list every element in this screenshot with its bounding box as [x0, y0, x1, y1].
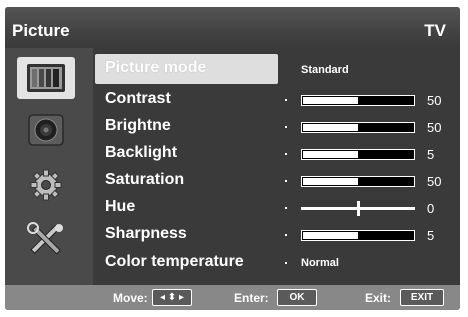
- sidebar-item-settings[interactable]: [17, 164, 75, 206]
- key-hint-bar: Move: ◂ ⬍ ▸ Enter: OK Exit: EXIT: [5, 285, 460, 310]
- row-saturation[interactable]: Saturation 50: [93, 168, 460, 195]
- sharpness-slider[interactable]: [301, 230, 415, 241]
- tools-icon: [26, 221, 66, 257]
- tv-osd-menu: Picture TV Picture mode Standard Contras…: [5, 7, 460, 310]
- row-color-temperature[interactable]: Color temperature Normal: [93, 250, 460, 277]
- category-sidebar: [5, 48, 93, 285]
- backlight-value: 5: [427, 147, 435, 162]
- saturation-slider[interactable]: [301, 176, 415, 187]
- backlight-slider[interactable]: [301, 149, 415, 160]
- saturation-value: 50: [427, 174, 442, 189]
- brightness-value: 50: [427, 120, 442, 135]
- color-temperature-label: Color temperature: [105, 253, 244, 270]
- settings-list: Picture mode Standard Contrast 50 Bright…: [93, 48, 460, 285]
- sidebar-item-sound[interactable]: [17, 109, 75, 151]
- sidebar-item-picture[interactable]: [17, 57, 75, 99]
- menu-header: Picture TV: [5, 7, 460, 48]
- sharpness-label: Sharpness: [105, 225, 187, 242]
- hue-knob[interactable]: [357, 201, 360, 216]
- hue-label: Hue: [105, 198, 136, 215]
- backlight-label: Backlight: [105, 144, 178, 161]
- ok-key-icon: OK: [277, 289, 317, 306]
- settings-icon: [26, 167, 66, 203]
- menu-title: Picture: [12, 21, 70, 40]
- contrast-label: Contrast: [105, 90, 171, 107]
- row-sharpness[interactable]: Sharpness 5: [93, 222, 460, 249]
- saturation-fill: [303, 178, 358, 185]
- bullet: [285, 180, 287, 182]
- row-hue[interactable]: Hue 0: [93, 195, 460, 222]
- sound-icon: [26, 113, 66, 147]
- row-backlight[interactable]: Backlight 5: [93, 141, 460, 168]
- sharpness-fill: [303, 232, 358, 239]
- row-contrast[interactable]: Contrast 50: [93, 87, 460, 114]
- bullet: [285, 99, 287, 101]
- move-hint-label: Move:: [113, 291, 148, 305]
- hue-slider[interactable]: [301, 201, 415, 216]
- row-brightness[interactable]: Brightne 50: [93, 114, 460, 141]
- move-key-icon: ◂ ⬍ ▸: [152, 289, 192, 306]
- saturation-label: Saturation: [105, 171, 185, 188]
- brightness-slider[interactable]: [301, 122, 415, 133]
- contrast-value: 50: [427, 93, 442, 108]
- picture-mode-label: Picture mode: [105, 59, 207, 76]
- bullet: [285, 153, 287, 155]
- enter-hint-label: Enter:: [234, 291, 269, 305]
- bullet: [285, 234, 287, 236]
- picture-mode-value[interactable]: Standard: [301, 64, 349, 76]
- row-picture-mode[interactable]: Picture mode Standard: [93, 54, 460, 84]
- bullet: [285, 262, 287, 264]
- contrast-fill: [303, 97, 358, 104]
- contrast-slider[interactable]: [301, 95, 415, 106]
- sharpness-value: 5: [427, 228, 435, 243]
- bullet: [285, 126, 287, 128]
- color-temperature-value[interactable]: Normal: [301, 257, 339, 269]
- exit-key-icon: EXIT: [400, 289, 444, 306]
- backlight-fill: [303, 151, 358, 158]
- bullet: [285, 207, 287, 209]
- hue-value: 0: [427, 201, 435, 216]
- brightness-label: Brightne: [105, 117, 171, 134]
- sidebar-item-tools[interactable]: [17, 218, 75, 260]
- brightness-fill: [303, 124, 358, 131]
- input-source-label: TV: [424, 21, 446, 40]
- exit-hint-label: Exit:: [365, 291, 392, 305]
- picture-icon: [26, 63, 66, 93]
